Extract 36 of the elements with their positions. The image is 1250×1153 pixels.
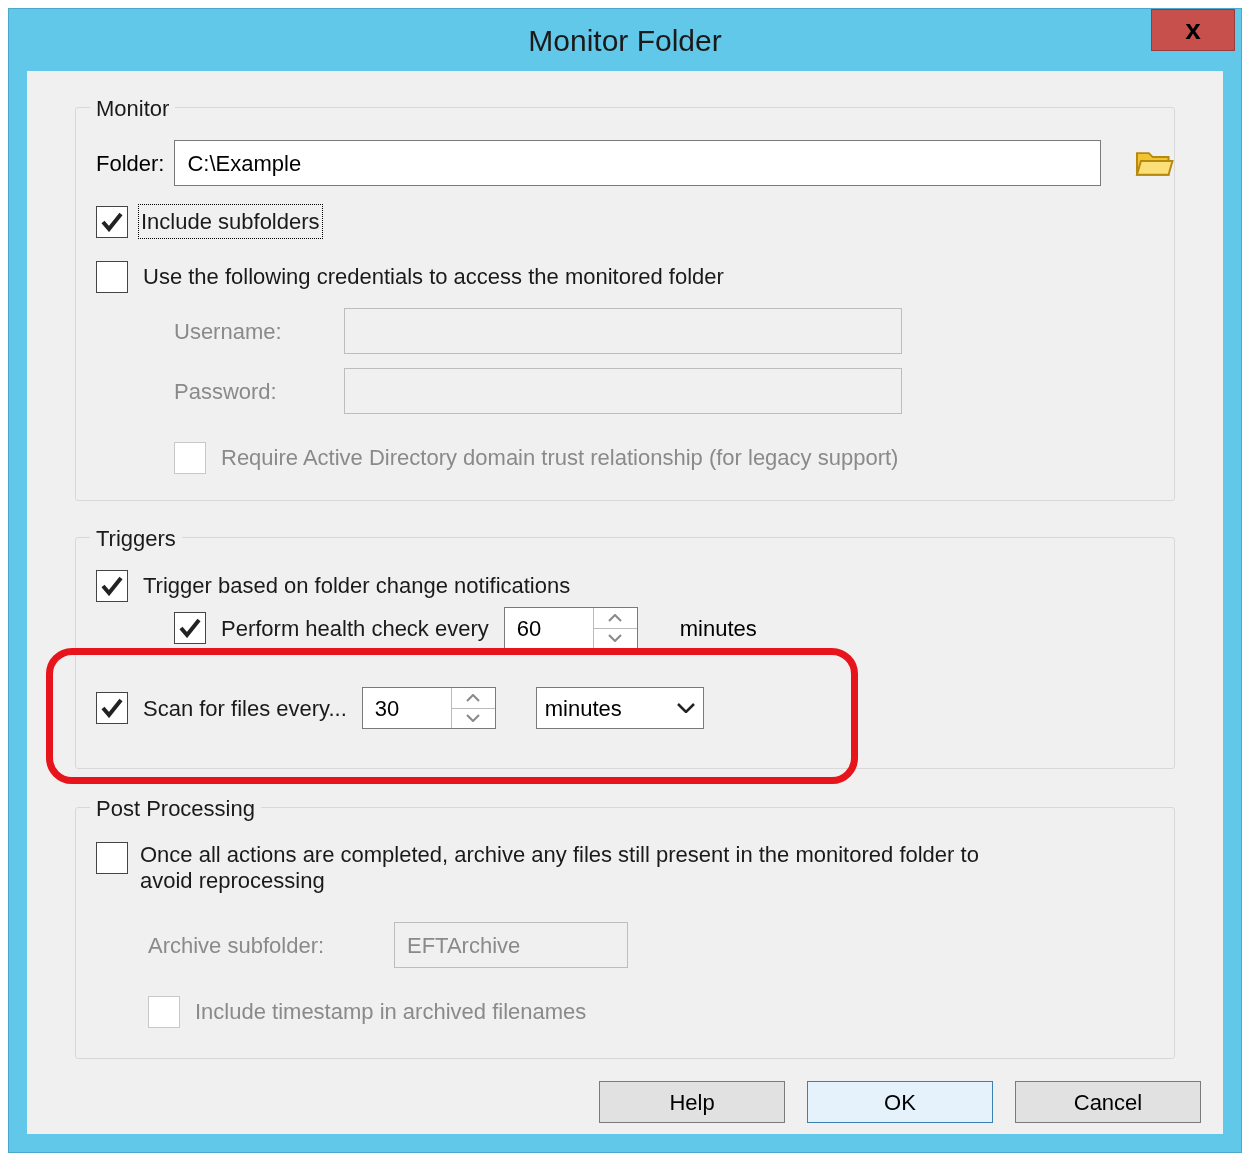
field-label: Username: [174, 317, 283, 346]
checkbox-label: Scan for files every... [142, 694, 348, 723]
checkmark-icon [101, 211, 123, 232]
folder-icon[interactable] [1134, 149, 1174, 177]
number-spinner[interactable]: 30 [361, 687, 496, 729]
spinner-value: 30 [373, 694, 401, 723]
checkbox-label: Require Active Directory domain trust relationship (for legacy support) [220, 444, 900, 472]
dialog-button[interactable]: Help [599, 1081, 785, 1123]
checkbox[interactable] [96, 260, 128, 293]
field-label: Folder: [96, 149, 165, 178]
checkbox-label: Include subfolders [138, 204, 323, 239]
close-button[interactable]: x [1151, 9, 1235, 51]
dialog-button[interactable]: Cancel [1015, 1081, 1201, 1123]
checkbox[interactable] [96, 692, 128, 724]
checkmark-icon [179, 618, 201, 638]
spinner-value: 60 [515, 614, 543, 643]
checkbox[interactable] [96, 569, 128, 602]
checkbox-label: Once all actions are completed, archive any files still present in the monitored folder to avoid reprocessing [140, 842, 980, 894]
checkbox-label: Trigger based on folder change notifications [142, 572, 572, 600]
checkmark-icon [101, 575, 123, 596]
dialog-button[interactable]: OK [807, 1081, 993, 1123]
checkbox-label: Include timestamp in archived filenames [194, 998, 588, 1026]
checkmark-icon [101, 698, 123, 718]
field-label: Archive subfolder: [148, 931, 326, 960]
number-spinner[interactable]: 60 [503, 607, 638, 649]
field-label: Password: [174, 377, 278, 406]
checkbox[interactable] [96, 842, 128, 874]
chevron-down-icon [676, 703, 695, 713]
checkbox[interactable] [174, 612, 206, 644]
unit-dropdown[interactable]: minutes [535, 687, 704, 729]
checkbox[interactable] [96, 205, 128, 238]
folder-input-field[interactable]: C:\Example [174, 140, 1101, 186]
unit-label: minutes [679, 614, 757, 643]
checkbox-label: Perform health check every [220, 614, 490, 643]
checkbox-label: Use the following credentials to access the monitored folder [142, 263, 725, 291]
window-title: Monitor Folder [528, 22, 722, 59]
